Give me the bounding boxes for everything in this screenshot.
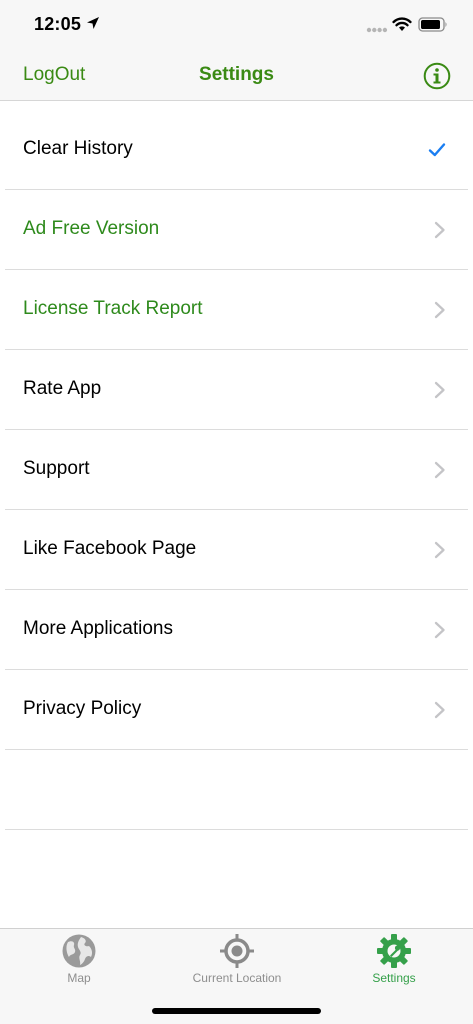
- settings-item-label: Like Facebook Page: [23, 538, 197, 559]
- settings-item-label: Privacy Policy: [23, 698, 142, 719]
- chevron-right-icon: [434, 221, 445, 239]
- settings-item-privacy-policy[interactable]: Privacy Policy: [0, 670, 473, 750]
- chevron-right-icon: [434, 461, 445, 479]
- target-icon: [220, 934, 254, 968]
- tab-label: Current Location: [192, 971, 282, 985]
- settings-item-label: Clear History: [23, 138, 133, 159]
- gear-icon: [377, 934, 411, 968]
- globe-icon: [62, 934, 96, 968]
- navigation-bar: LogOut Settings: [0, 50, 473, 101]
- tab-settings[interactable]: Settings: [315, 929, 473, 993]
- settings-item-ad-free-version[interactable]: Ad Free Version: [0, 190, 473, 270]
- settings-item-license-track-report[interactable]: License Track Report: [0, 270, 473, 350]
- settings-item-support[interactable]: Support: [0, 430, 473, 510]
- wifi-icon: [392, 17, 412, 31]
- settings-item-label: License Track Report: [23, 298, 203, 319]
- settings-item-label: Rate App: [23, 378, 102, 399]
- checkmark-icon: [428, 143, 446, 157]
- chevron-right-icon: [434, 701, 445, 719]
- status-time: 12:05: [34, 14, 82, 34]
- empty-row: [0, 750, 473, 830]
- chevron-right-icon: [434, 381, 445, 399]
- info-circle-icon[interactable]: [423, 62, 451, 90]
- settings-list: Clear History Ad Free Version License Tr…: [0, 110, 473, 830]
- logout-button[interactable]: LogOut: [23, 64, 85, 86]
- status-bar: 12:05: [0, 0, 473, 50]
- chevron-right-icon: [434, 621, 445, 639]
- home-indicator[interactable]: [152, 1008, 321, 1014]
- tab-label: Map: [67, 971, 91, 985]
- chevron-right-icon: [434, 541, 445, 559]
- location-arrow-icon: [87, 17, 99, 29]
- settings-item-clear-history[interactable]: Clear History: [0, 110, 473, 190]
- settings-item-label: Ad Free Version: [23, 218, 160, 239]
- settings-item-like-facebook-page[interactable]: Like Facebook Page: [0, 510, 473, 590]
- tab-map[interactable]: Map: [0, 929, 158, 993]
- tab-current-location[interactable]: Current Location: [158, 929, 316, 993]
- settings-item-more-applications[interactable]: More Applications: [0, 590, 473, 670]
- battery-icon: [418, 17, 447, 32]
- tab-bar: Map Current Location Settings: [0, 928, 473, 1024]
- chevron-right-icon: [434, 301, 445, 319]
- settings-item-label: More Applications: [23, 618, 173, 639]
- tab-label: Settings: [372, 971, 416, 985]
- settings-item-rate-app[interactable]: Rate App: [0, 350, 473, 430]
- cellular-signal-icon: [366, 27, 388, 33]
- settings-item-label: Support: [23, 458, 90, 479]
